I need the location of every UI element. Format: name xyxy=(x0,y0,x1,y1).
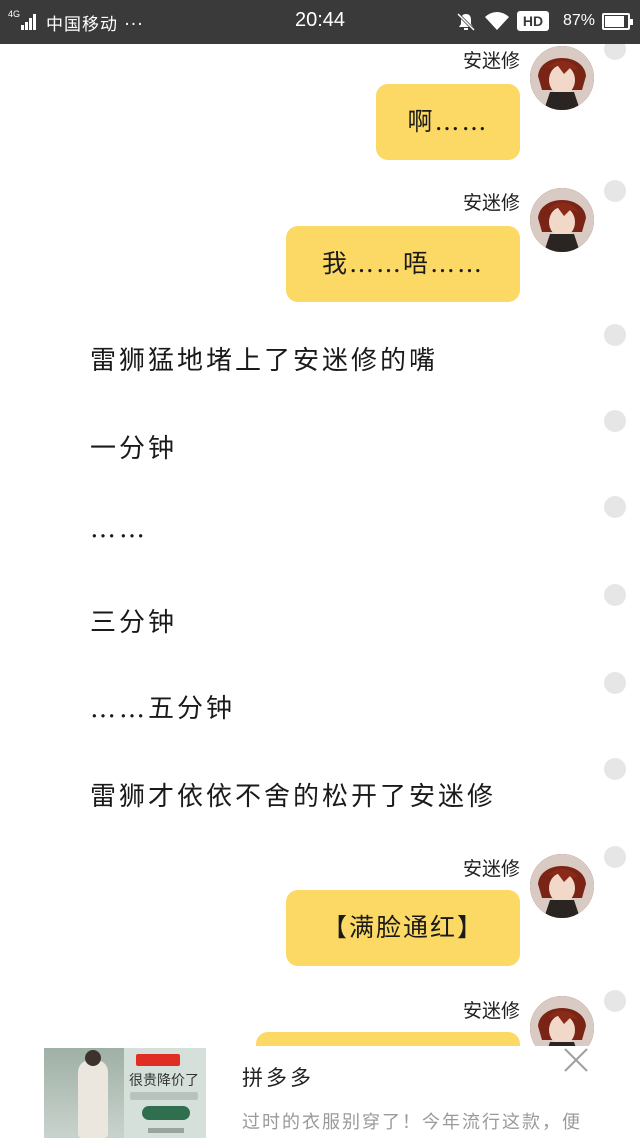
selection-dot[interactable] xyxy=(604,672,626,694)
chat-bubble[interactable]: 啊…… xyxy=(376,84,520,160)
selection-dot[interactable] xyxy=(604,584,626,606)
narration-text: 一分钟 xyxy=(90,434,178,464)
avatar[interactable] xyxy=(530,996,594,1046)
avatar[interactable] xyxy=(530,854,594,918)
battery-icon xyxy=(602,13,633,30)
narration-text: ……五分钟 xyxy=(90,694,236,724)
selection-dot[interactable] xyxy=(604,846,626,868)
status-bar: 4G 中国移动 ··· 20:44 HD 87% xyxy=(0,0,640,44)
mute-bell-icon xyxy=(456,12,476,32)
selection-dot[interactable] xyxy=(604,44,626,60)
selection-dot[interactable] xyxy=(604,496,626,518)
close-icon[interactable] xyxy=(562,1046,590,1074)
selection-dot[interactable] xyxy=(604,758,626,780)
selection-dot[interactable] xyxy=(604,324,626,346)
selection-dot[interactable] xyxy=(604,990,626,1012)
sender-name: 安迷修 xyxy=(462,858,520,880)
wifi-icon xyxy=(485,12,509,30)
narration-text: 雷狮才依依不舍的松开了安迷修 xyxy=(90,782,497,812)
chat-thread[interactable]: 安迷修 啊…… 安迷修 我……唔…… 雷狮猛地堵上了安迷修的嘴 一分钟 …… 三… xyxy=(0,44,640,1046)
narration-text: 三分钟 xyxy=(90,608,178,638)
ad-brand: 拼多多 xyxy=(242,1066,314,1090)
ad-cta-button[interactable] xyxy=(142,1106,190,1120)
selection-dot[interactable] xyxy=(604,410,626,432)
battery-percent: 87% xyxy=(563,12,596,29)
chat-bubble[interactable]: 我……唔…… xyxy=(286,226,520,302)
sender-name: 安迷修 xyxy=(462,1000,520,1022)
selection-dot[interactable] xyxy=(604,180,626,202)
ad-banner[interactable]: 很贵降价了 拼多多 过时的衣服别穿了！今年流行这款，便 xyxy=(0,1046,640,1138)
sender-name: 安迷修 xyxy=(462,192,520,214)
sender-name: 安迷修 xyxy=(462,50,520,72)
hd-badge: HD xyxy=(517,11,549,31)
ad-image[interactable]: 很贵降价了 xyxy=(44,1048,206,1138)
ad-promo-text: 很贵降价了 xyxy=(129,1073,199,1089)
narration-text: 雷狮猛地堵上了安迷修的嘴 xyxy=(90,346,439,376)
avatar[interactable] xyxy=(530,188,594,252)
narration-text: …… xyxy=(90,514,148,544)
avatar[interactable] xyxy=(530,46,594,110)
pinduoduo-logo-icon xyxy=(136,1054,180,1066)
chat-bubble[interactable]: 【满脸通红】 xyxy=(286,890,520,966)
chat-bubble[interactable] xyxy=(256,1032,520,1046)
ad-description: 过时的衣服别穿了！今年流行这款，便 xyxy=(242,1112,582,1133)
